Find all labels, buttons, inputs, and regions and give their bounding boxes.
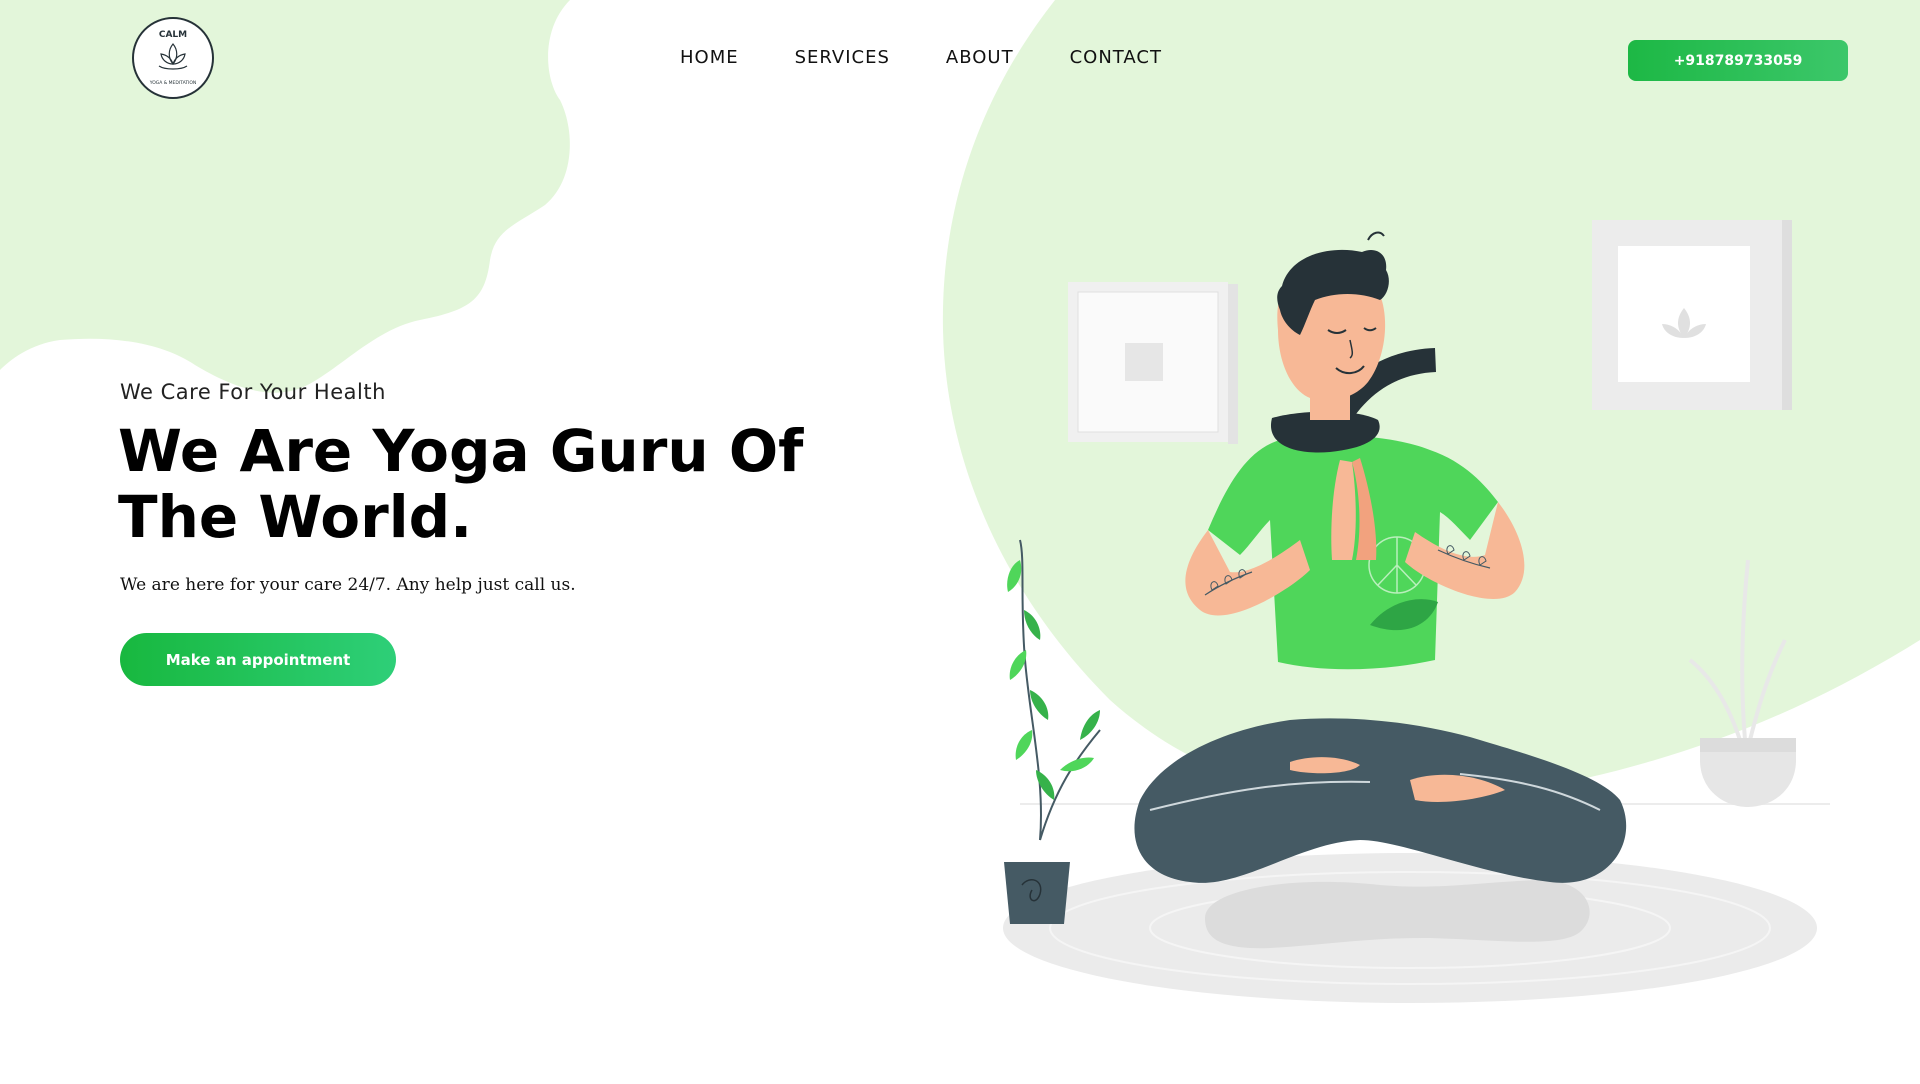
nav-services[interactable]: SERVICES bbox=[795, 46, 890, 70]
left-plant bbox=[1004, 539, 1101, 924]
shadow bbox=[1205, 880, 1590, 949]
main-nav: HOME SERVICES ABOUT CONTACT bbox=[680, 46, 1218, 70]
lotus-logo-icon: CALM YOGA & MEDITATION bbox=[132, 17, 214, 99]
logo-text: CALM bbox=[159, 30, 187, 40]
right-plant bbox=[1688, 559, 1796, 807]
top-left-blob bbox=[0, 0, 570, 393]
left-picture-frame bbox=[1068, 282, 1238, 444]
right-picture-frame bbox=[1592, 220, 1792, 410]
nav-about[interactable]: ABOUT bbox=[946, 46, 1014, 70]
meditating-man-illustration bbox=[1003, 220, 1830, 1003]
nav-home[interactable]: HOME bbox=[680, 46, 739, 70]
hero-subtitle: We Care For Your Health bbox=[120, 380, 386, 404]
nav-contact[interactable]: CONTACT bbox=[1070, 46, 1162, 70]
hero-description: We are here for your care 24/7. Any help… bbox=[120, 575, 576, 595]
hero-title: We Are Yoga Guru Of The World. bbox=[118, 417, 804, 551]
phone-button[interactable]: +918789733059 bbox=[1628, 40, 1848, 81]
logo-subtext: YOGA & MEDITATION bbox=[149, 80, 197, 86]
appointment-button[interactable]: Make an appointment bbox=[120, 633, 396, 686]
brand-logo[interactable]: CALM YOGA & MEDITATION bbox=[131, 16, 215, 100]
landing-page: CALM YOGA & MEDITATION HOME SERVICES ABO… bbox=[0, 0, 1920, 1084]
